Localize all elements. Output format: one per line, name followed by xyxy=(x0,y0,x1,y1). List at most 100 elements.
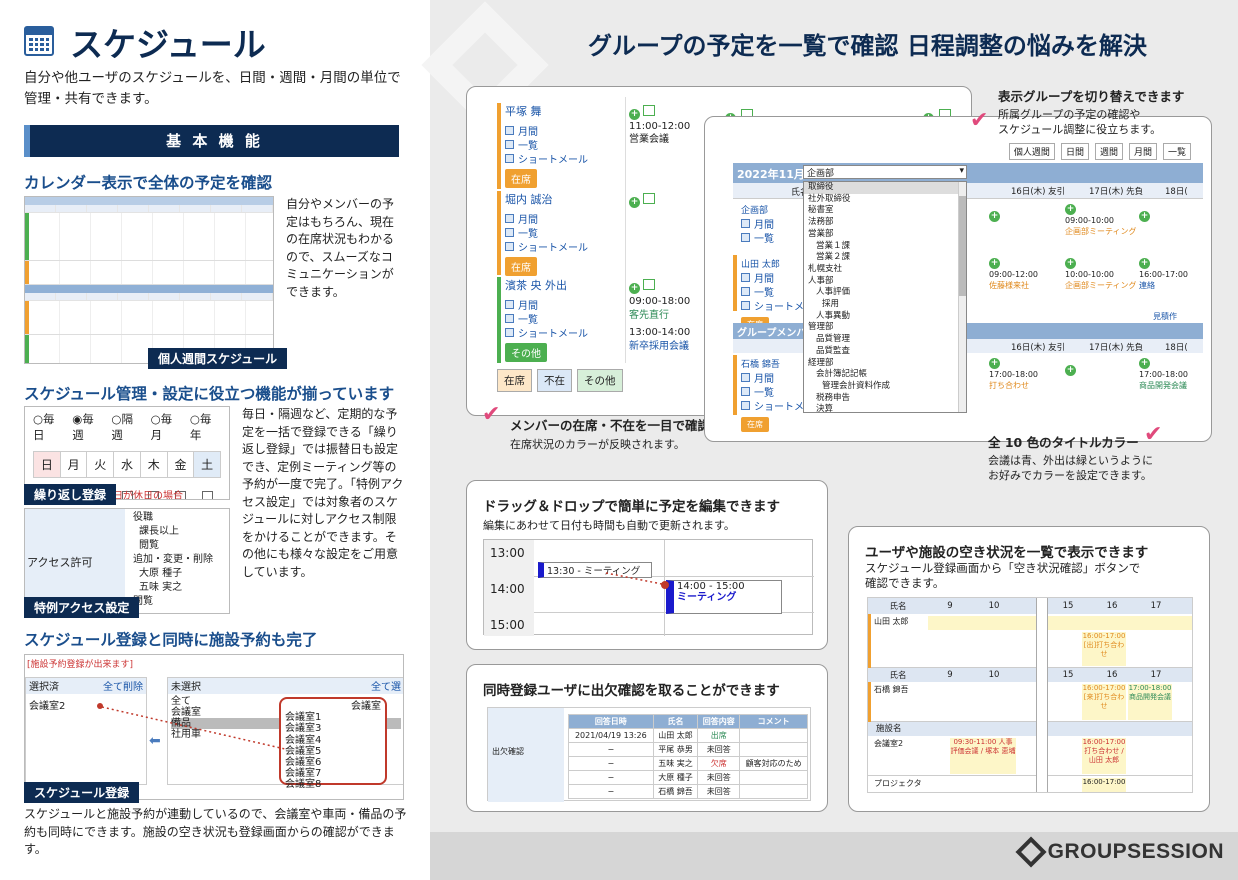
color-callout-body-2: お好みでカラーを設定できます。 xyxy=(988,469,1152,482)
dropdown-option[interactable]: 取締役 xyxy=(804,182,966,194)
hour-header: 9 xyxy=(947,670,953,680)
access-item: 課長以上 xyxy=(139,526,179,537)
dropdown-option[interactable]: 管理部 xyxy=(804,322,966,334)
add-icon[interactable]: + xyxy=(629,197,640,208)
event-title[interactable]: 打ち合わせ xyxy=(989,380,1038,391)
group-select[interactable]: 企画部 ▾ xyxy=(803,165,967,179)
dropdown-option[interactable]: 経理部 xyxy=(804,358,966,370)
radio-yearly[interactable]: ○毎年 xyxy=(190,411,221,443)
busy-block[interactable]: 16:00-17:00 xyxy=(1082,778,1126,792)
add-icon[interactable]: + xyxy=(989,358,1000,369)
delete-all-link[interactable]: 全て削除 xyxy=(103,678,143,694)
dropdown-option[interactable]: 管理会計資料作成 xyxy=(804,381,966,393)
calendar-icon xyxy=(505,299,514,309)
room-option[interactable]: 会議室5 xyxy=(285,746,381,757)
dropdown-option[interactable]: 法務部 xyxy=(804,217,966,229)
dropdown-option[interactable]: 採用 xyxy=(804,299,966,311)
radio-monthly[interactable]: ○毎月 xyxy=(151,411,182,443)
member-name[interactable]: 堀内 誠治 xyxy=(505,191,588,207)
menu-shortmail[interactable]: ショートメール xyxy=(505,239,588,254)
event-title[interactable]: 企画部ミーティング xyxy=(1065,280,1137,291)
menu-list[interactable]: 一覧 xyxy=(505,137,588,152)
dropdown-option[interactable]: 人事部 xyxy=(804,276,966,288)
view-week-button[interactable]: 週間 xyxy=(1094,143,1123,160)
menu-monthly[interactable]: 月間 xyxy=(505,297,588,312)
room-option[interactable]: 会議室1 xyxy=(285,712,381,723)
view-personal-week-button[interactable]: 個人週間 xyxy=(1008,143,1055,160)
busy-block[interactable]: 16:00-17:00 打ち合わせ / 山田 太郎 xyxy=(1082,738,1126,774)
memo-icon[interactable] xyxy=(643,105,656,116)
status-badge[interactable]: その他 xyxy=(505,343,547,362)
room-option[interactable]: 会議室7 xyxy=(285,768,381,779)
room-option[interactable]: 会議室3 xyxy=(285,723,381,734)
member-name[interactable]: 平塚 舞 xyxy=(505,103,588,119)
status-badge[interactable]: 在席 xyxy=(741,417,769,432)
dropdown-option[interactable]: 人事評価 xyxy=(804,287,966,299)
dropdown-option[interactable]: 会計簿記記帳 xyxy=(804,369,966,381)
radio-biweekly[interactable]: ○隔週 xyxy=(111,411,142,443)
member-name[interactable]: 濱茶 央 外出 xyxy=(505,277,588,293)
busy-block[interactable]: 16:00-17:00 [出]打ち合わせ xyxy=(1082,632,1126,666)
dropdown-scrollbar[interactable] xyxy=(958,182,966,412)
event-dropped[interactable]: 14:00 - 15:00 ミーティング xyxy=(666,580,782,614)
menu-monthly[interactable]: 月間 xyxy=(505,211,588,226)
dropdown-option[interactable]: 営業１課 xyxy=(804,241,966,253)
menu-list[interactable]: 一覧 xyxy=(505,311,588,326)
dropdown-option[interactable]: 札幌支社 xyxy=(804,264,966,276)
see-more-link[interactable]: 見積作 xyxy=(1153,311,1177,322)
event-title[interactable]: 連絡 xyxy=(1139,280,1188,291)
event-title[interactable]: 客先直行 xyxy=(629,309,690,323)
dropdown-option[interactable]: 税務申告 xyxy=(804,393,966,405)
calendar-icon xyxy=(741,372,750,382)
dropdown-option[interactable]: 社外取締役 xyxy=(804,194,966,206)
status-badge[interactable]: 在席 xyxy=(505,169,537,188)
memo-icon[interactable] xyxy=(643,279,656,290)
room-option[interactable]: 会議室8 xyxy=(285,779,381,790)
dropdown-option[interactable]: 人事異動 xyxy=(804,311,966,323)
memo-icon[interactable] xyxy=(643,193,656,204)
view-day-button[interactable]: 日間 xyxy=(1060,143,1089,160)
add-icon[interactable]: + xyxy=(1065,258,1076,269)
add-icon[interactable]: + xyxy=(989,258,1000,269)
add-icon[interactable]: + xyxy=(989,211,1000,222)
add-icon[interactable]: + xyxy=(1065,204,1076,215)
menu-list[interactable]: 一覧 xyxy=(505,225,588,240)
dropdown-option[interactable]: 営業部 xyxy=(804,229,966,241)
event-title[interactable]: 佐藤様来社 xyxy=(989,280,1038,291)
menu-shortmail[interactable]: ショートメール xyxy=(505,325,588,340)
group-dropdown-list[interactable]: 取締役 社外取締役 秘書室 法務部 営業部 営業１課 営業２課 札幌支社 人事部… xyxy=(803,181,967,413)
dropdown-option[interactable]: 秘書室 xyxy=(804,205,966,217)
busy-block[interactable]: 16:00-17:00 [来]打ち合わせ xyxy=(1082,684,1126,720)
group-name[interactable]: 企画部 xyxy=(741,203,774,216)
add-icon[interactable]: + xyxy=(629,109,640,120)
add-icon[interactable]: + xyxy=(1139,258,1150,269)
room-option[interactable]: 会議室6 xyxy=(285,757,381,768)
dropdown-option[interactable]: 品質監査 xyxy=(804,346,966,358)
add-icon[interactable]: + xyxy=(629,283,640,294)
view-list-button[interactable]: 一覧 xyxy=(1162,143,1191,160)
event-title[interactable]: 企画部ミーティング xyxy=(1065,226,1137,237)
status-badge[interactable]: 在席 xyxy=(505,257,537,276)
add-icon[interactable]: + xyxy=(1139,211,1150,222)
menu-shortmail[interactable]: ショートメール xyxy=(505,151,588,166)
event-title[interactable]: 営業会議 xyxy=(629,133,690,146)
dropdown-option[interactable]: 営業２課 xyxy=(804,252,966,264)
radio-weekly[interactable]: ◉毎週 xyxy=(72,411,103,443)
room-option[interactable]: 会議室4 xyxy=(285,735,381,746)
busy-block[interactable]: 09:30-11:00 人事評価会議 / 塚本 恵埔 xyxy=(950,738,1016,774)
view-month-button[interactable]: 月間 xyxy=(1128,143,1157,160)
radio-daily[interactable]: ○毎日 xyxy=(33,411,64,443)
time-gap-break xyxy=(1036,598,1048,792)
dropdown-option[interactable]: 決算 xyxy=(804,404,966,412)
checkbox-sat[interactable] xyxy=(202,491,214,499)
busy-block[interactable]: 17:00-18:00 商品開発会議 xyxy=(1128,684,1172,720)
dropdown-option[interactable]: 品質管理 xyxy=(804,334,966,346)
add-icon[interactable]: + xyxy=(1139,358,1150,369)
add-icon[interactable]: + xyxy=(1065,365,1076,376)
select-all-link[interactable]: 全て選 xyxy=(371,678,401,694)
menu-list[interactable]: 一覧 xyxy=(741,230,774,245)
menu-monthly[interactable]: 月間 xyxy=(741,216,774,231)
event-title[interactable]: 商品開発会議 xyxy=(1139,380,1188,391)
menu-monthly[interactable]: 月間 xyxy=(505,123,588,138)
event-title[interactable]: 新卒採用会議 xyxy=(629,340,690,354)
